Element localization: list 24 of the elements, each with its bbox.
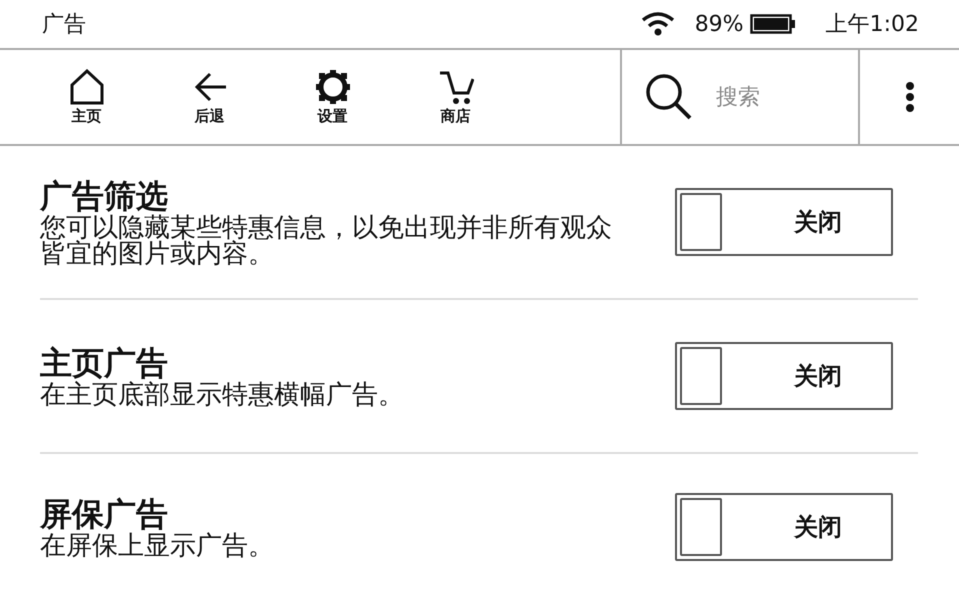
more-menu-icon[interactable] — [904, 81, 914, 113]
setting-description: 在主页底部显示特惠横幅广告。 — [40, 382, 405, 408]
home-icon — [68, 68, 104, 104]
toolbar-button[interactable]: 后退 — [158, 50, 261, 144]
toolbar-button[interactable]: 设置 — [281, 50, 384, 144]
search-field[interactable]: 搜索 — [714, 84, 838, 110]
toolbar-button[interactable]: 主页 — [35, 50, 138, 144]
setting-description: 您可以隐藏某些特惠信息，以免出现并非所有观众皆宜的图片或内容。 — [40, 215, 613, 268]
toggle-switch[interactable]: 关闭 — [675, 493, 893, 561]
toolbar-button[interactable]: 商店 — [404, 50, 507, 144]
gear-icon — [314, 68, 350, 104]
setting-title: 主页广告 — [40, 344, 168, 382]
setting-title: 屏保广告 — [40, 494, 169, 533]
toggle-switch[interactable]: 关闭 — [675, 342, 893, 410]
setting-description: 在屏保上显示广告。 — [40, 533, 275, 560]
page-title: 广告 — [42, 11, 87, 39]
toggle-switch[interactable]: 关闭 — [675, 188, 893, 256]
battery-icon — [750, 13, 796, 35]
battery-percent: 89% — [694, 12, 744, 36]
cart-icon — [438, 68, 474, 104]
search-icon — [644, 72, 694, 122]
setting-title: 广告筛选 — [40, 176, 168, 215]
wifi-icon — [640, 11, 675, 37]
clock: 上午1:02 — [826, 11, 919, 39]
